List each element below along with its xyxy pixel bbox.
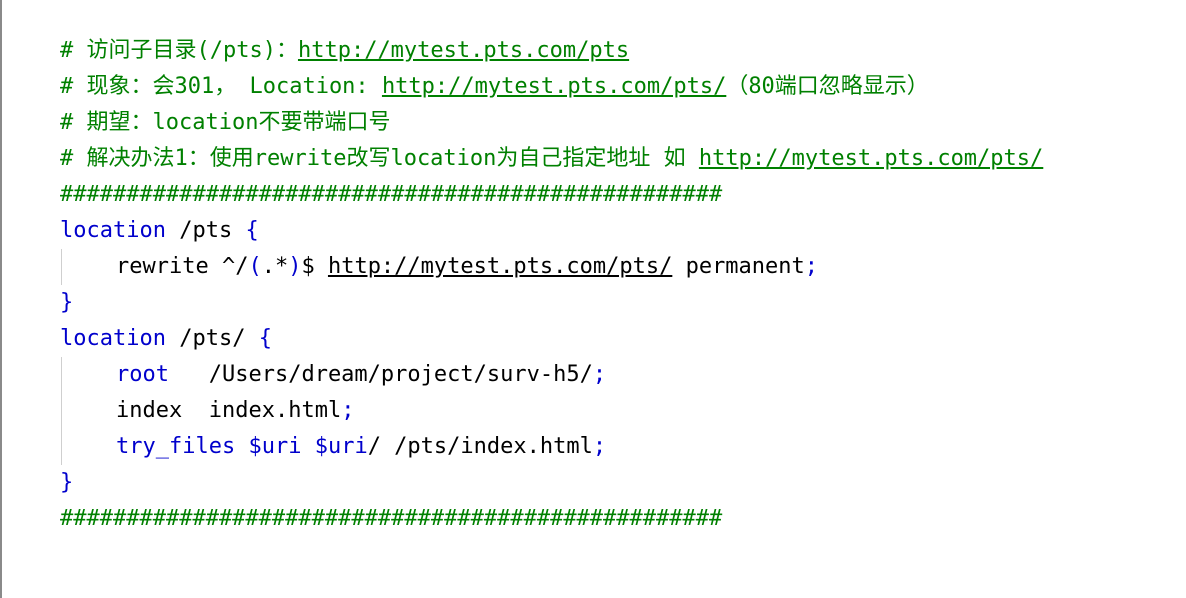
comment-text: # 访问子目录(/pts)： xyxy=(60,38,298,63)
comment-text: # 解决办法1：使用rewrite改写location为自己指定地址 如 xyxy=(60,146,699,171)
root-value: /Users/dream/project/surv-h5/ xyxy=(208,362,593,387)
url-link[interactable]: http://mytest.pts.com/pts xyxy=(298,38,629,63)
semicolon: ; xyxy=(592,362,607,387)
root-directive: root xyxy=(116,362,169,387)
comment-line-2: # 现象：会301， Location: http://mytest.pts.c… xyxy=(60,69,1186,105)
root-line: root /Users/dream/project/surv-h5/; xyxy=(60,357,1186,393)
location-path: /pts/ xyxy=(165,326,259,351)
indent-guide xyxy=(61,393,62,429)
semicolon: ; xyxy=(341,398,355,423)
index-line: index index.html; xyxy=(60,393,1186,429)
comment-line-4: # 解决办法1：使用rewrite改写location为自己指定地址 如 htt… xyxy=(60,141,1186,177)
paren-close: ) xyxy=(288,254,302,279)
regex: .* xyxy=(261,254,289,279)
code-editor[interactable]: # 访问子目录(/pts)：http://mytest.pts.com/pts … xyxy=(60,33,1186,537)
location-block-1-open: location /pts { xyxy=(60,213,1186,249)
close-brace: } xyxy=(60,470,74,495)
uri-variable: $uri xyxy=(314,434,368,459)
open-brace: { xyxy=(258,326,272,351)
comment-suffix: （80端口忽略显示） xyxy=(726,74,929,99)
rewrite-flag: permanent xyxy=(672,254,805,279)
location-keyword: location xyxy=(60,326,166,351)
url-link[interactable]: http://mytest.pts.com/pts/ xyxy=(382,74,726,99)
location-block-1-close: } xyxy=(60,285,1186,321)
location-path: /pts xyxy=(165,218,246,243)
semicolon: ; xyxy=(592,434,607,459)
url-link[interactable]: http://mytest.pts.com/pts/ xyxy=(699,146,1043,171)
comment-line-3: # 期望：location不要带端口号 xyxy=(60,105,1186,141)
comment-text: # 现象：会301， Location: xyxy=(60,74,382,99)
rewrite-directive: rewrite ^/ xyxy=(116,254,249,279)
open-brace: { xyxy=(245,218,259,243)
regex-dollar: $ xyxy=(301,254,328,279)
indent-guide xyxy=(61,429,62,465)
semicolon: ; xyxy=(804,254,819,279)
indent-guide xyxy=(61,249,62,285)
separator-line-top: ########################################… xyxy=(60,182,723,207)
comment-text: # 期望：location不要带端口号 xyxy=(60,110,391,135)
comment-line-1: # 访问子目录(/pts)：http://mytest.pts.com/pts xyxy=(60,33,1186,69)
location-block-2-close: } xyxy=(60,465,1186,501)
index-directive: index xyxy=(116,398,183,423)
try-files-rest: / /pts/index.html xyxy=(367,434,593,459)
rewrite-url[interactable]: http://mytest.pts.com/pts/ xyxy=(328,254,672,279)
rewrite-line: rewrite ^/(.*)$ http://mytest.pts.com/pt… xyxy=(60,249,1186,285)
separator-line-bottom: ########################################… xyxy=(60,506,723,531)
paren-open: ( xyxy=(248,254,262,279)
try-files-line: try_files $uri $uri/ /pts/index.html; xyxy=(60,429,1186,465)
try-files-directive: try_files xyxy=(116,434,236,459)
close-brace: } xyxy=(60,290,74,315)
indent-guide xyxy=(61,357,62,393)
location-keyword: location xyxy=(60,218,166,243)
location-block-2-open: location /pts/ { xyxy=(60,321,1186,357)
index-value: index.html xyxy=(208,398,342,423)
uri-variable: $uri xyxy=(248,434,302,459)
